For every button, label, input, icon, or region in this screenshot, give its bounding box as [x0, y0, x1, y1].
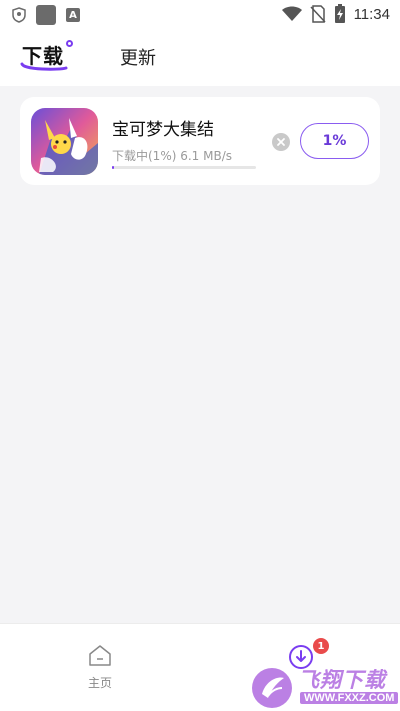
download-progress-button[interactable]: 1%: [300, 123, 369, 159]
cancel-download-button[interactable]: [272, 133, 290, 151]
tab-download[interactable]: 下载: [20, 40, 73, 71]
app-icon[interactable]: [31, 108, 98, 175]
tab-dot-indicator: [66, 40, 73, 47]
a-icon: A: [66, 8, 80, 22]
app-name: 宝可梦大集结: [112, 120, 214, 140]
download-count-badge: 1: [313, 638, 329, 654]
download-progress-bar: [112, 166, 256, 169]
header-tabs: 下载 更新: [0, 28, 400, 86]
close-icon: [277, 138, 285, 146]
home-icon: [89, 645, 111, 666]
app-square-icon: [36, 5, 56, 25]
shield-icon: [12, 7, 26, 23]
nav-home-label: 主页: [87, 676, 112, 690]
watermark: 飞翔下载 WWW.FXXZ.COM: [250, 664, 399, 710]
download-status-text: 下载中(1%) 6.1 MB/s: [112, 149, 232, 163]
battery-charging-icon: [334, 4, 345, 23]
nav-home[interactable]: 主页: [80, 644, 120, 691]
watermark-url: WWW.FXXZ.COM: [300, 692, 399, 704]
bottom-nav: 主页 1 飞翔下载 WWW.FXXZ.COM: [0, 623, 400, 711]
status-time: 11:34: [353, 5, 390, 23]
status-bar-left: A: [12, 5, 80, 25]
tab-update[interactable]: 更新: [120, 44, 156, 70]
download-progress-fill: [112, 166, 115, 169]
status-bar: A 11:34: [0, 0, 400, 28]
no-sim-icon: [310, 5, 326, 23]
watermark-text: 飞翔下载: [298, 668, 386, 692]
watermark-logo: [252, 668, 292, 708]
download-item: 宝可梦大集结 下载中(1%) 6.1 MB/s 1%: [20, 97, 380, 185]
status-bar-right: 11:34: [281, 4, 390, 24]
wifi-icon: [281, 6, 302, 21]
tab-active-indicator: [20, 62, 68, 71]
